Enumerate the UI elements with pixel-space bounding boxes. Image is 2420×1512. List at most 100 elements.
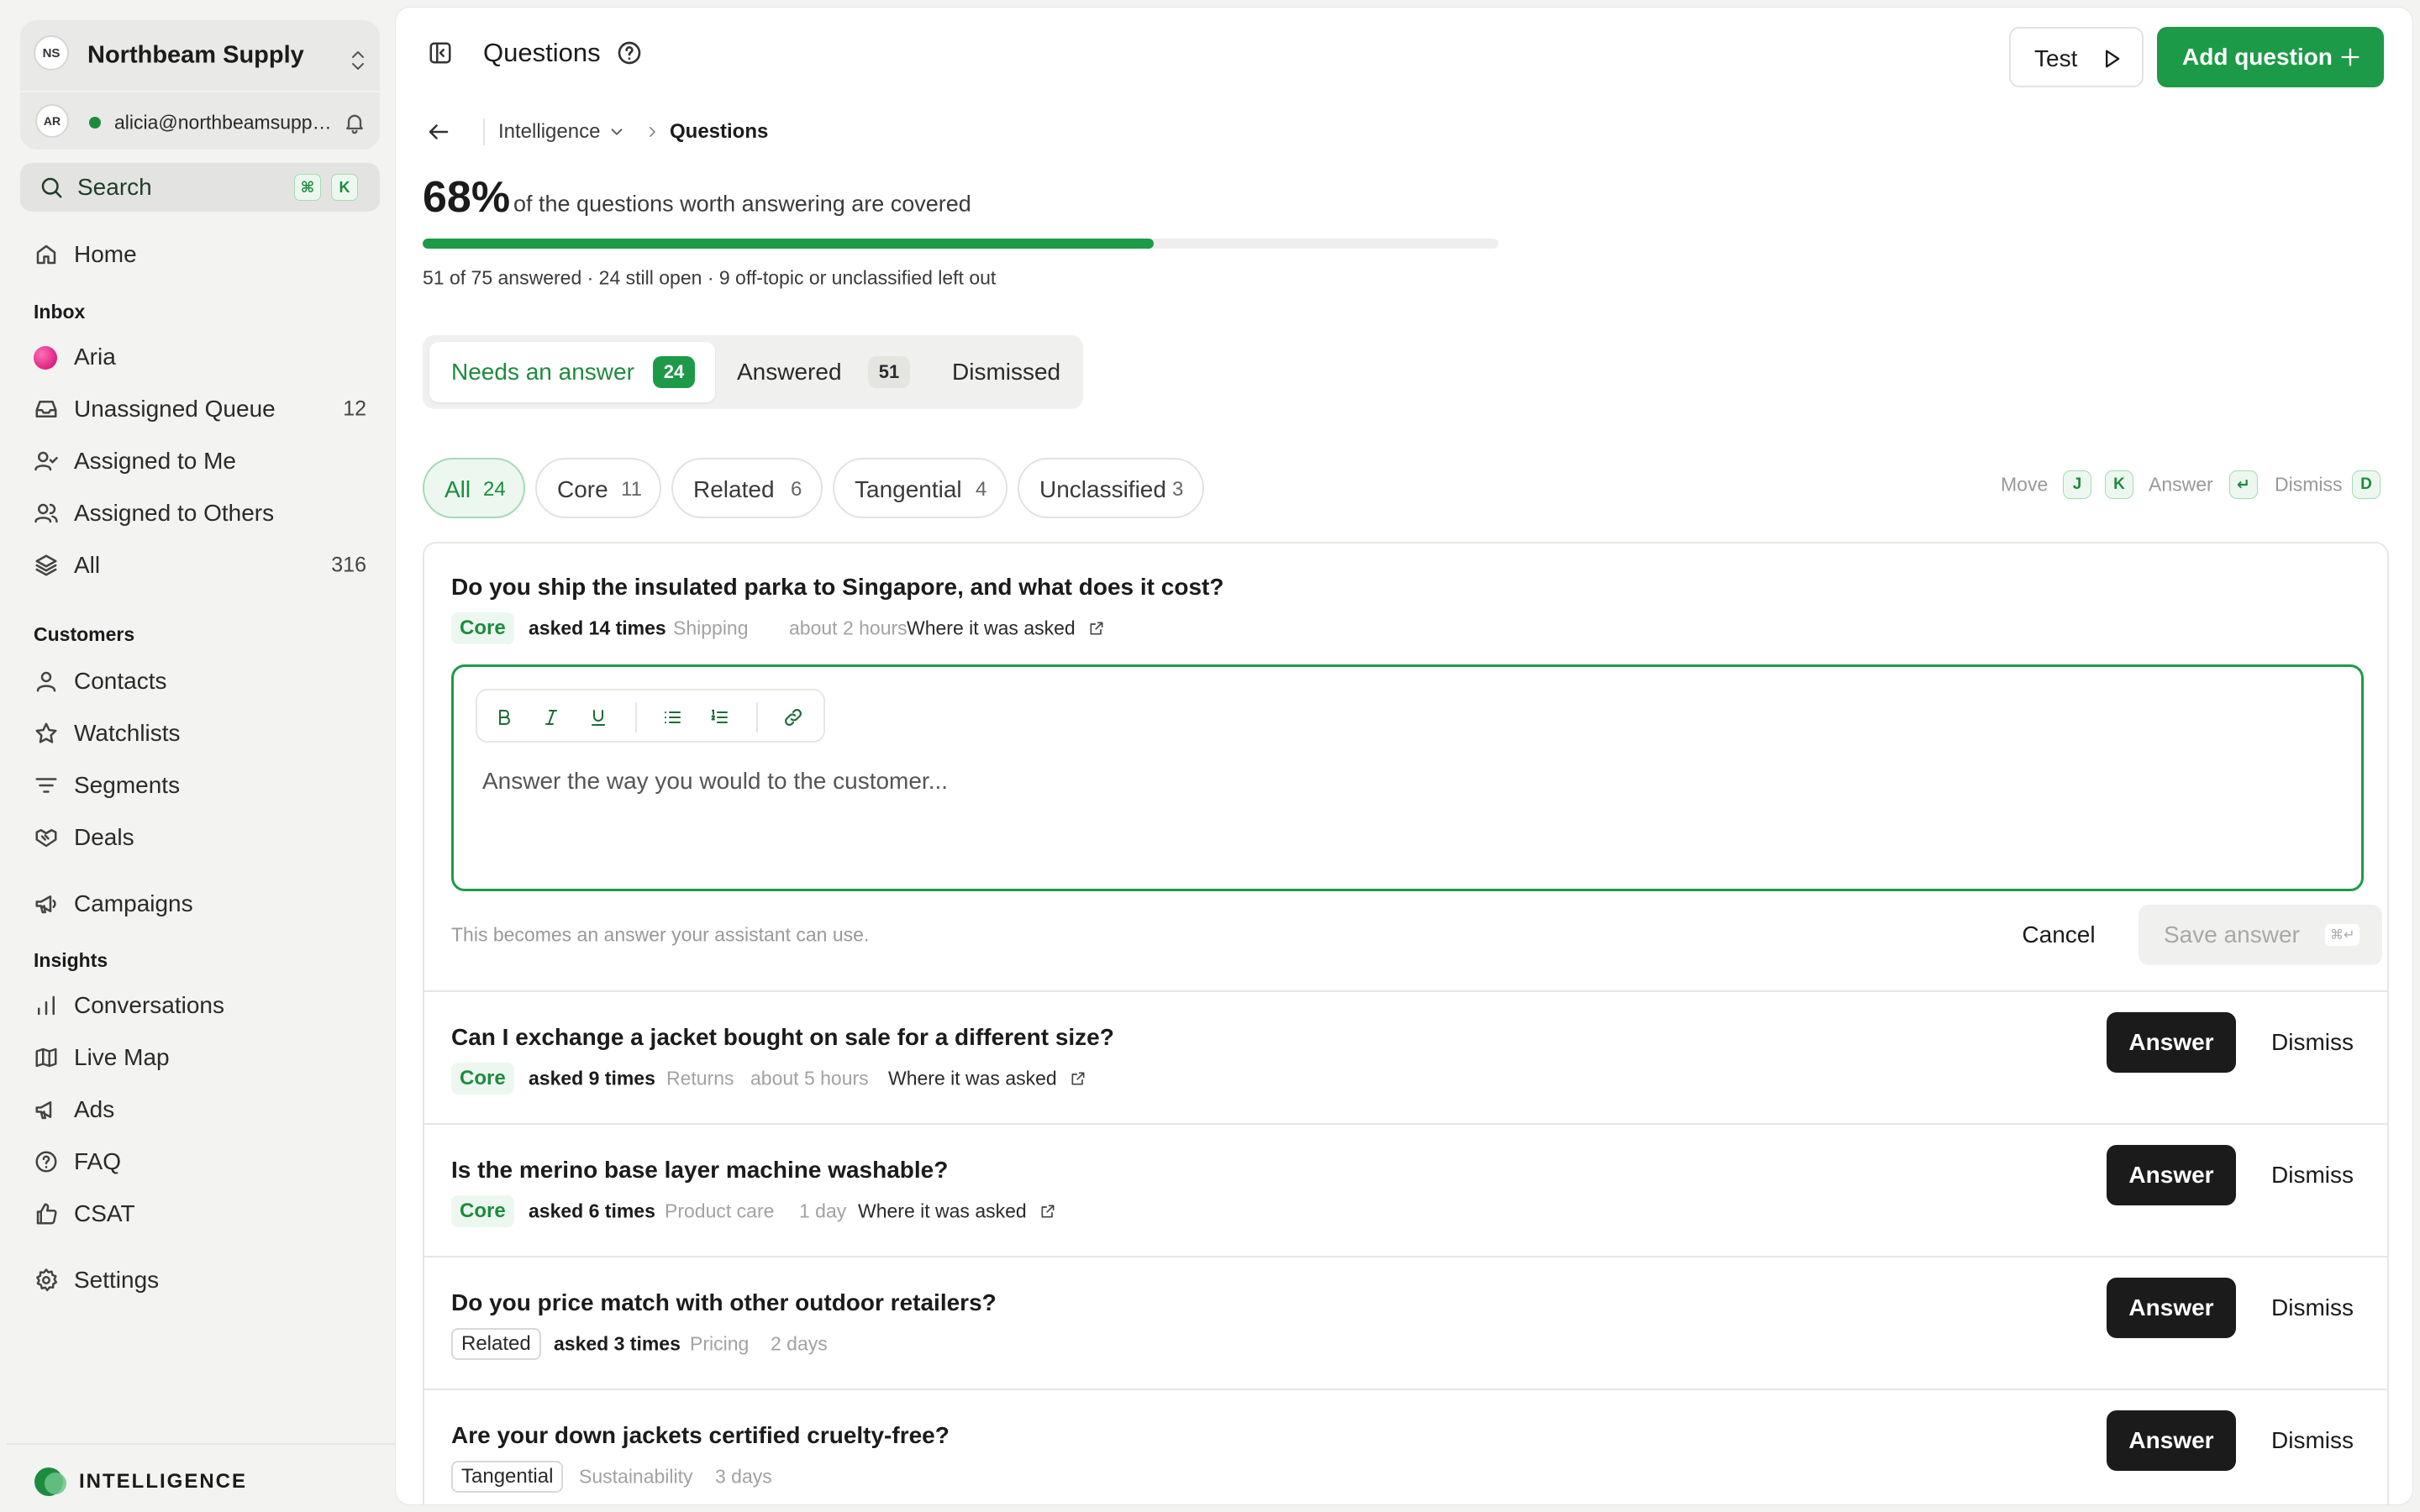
nav-ads[interactable]: Ads: [20, 1087, 380, 1132]
filter-chip-core[interactable]: Core 11: [535, 458, 661, 518]
nav-conversations[interactable]: Conversations: [20, 983, 380, 1028]
chip-count: 6: [791, 478, 802, 501]
question-row[interactable]: Are your down jackets certified cruelty-…: [424, 1389, 2387, 1504]
megaphone-icon: [34, 1097, 59, 1122]
coverage-stats: 51 of 75 answered · 24 still open · 9 of…: [423, 266, 997, 289]
add-question-button[interactable]: Add question: [2157, 27, 2384, 87]
question-row-expanded: Do you ship the insulated parka to Singa…: [424, 543, 2387, 990]
question-row[interactable]: Do you price match with other outdoor re…: [424, 1256, 2387, 1389]
tab-label: Answered: [737, 359, 842, 385]
user-row[interactable]: AR alicia@northbeamsupply.com: [20, 94, 380, 150]
bell-icon[interactable]: [343, 111, 366, 134]
dismiss-button[interactable]: Dismiss: [2249, 1410, 2375, 1471]
nav-live-map[interactable]: Live Map: [20, 1035, 380, 1080]
where-asked-link[interactable]: Where it was asked: [907, 617, 1076, 640]
age-label: about 2 hours: [789, 617, 908, 639]
nav-inbox-unassigned-queue[interactable]: Unassigned Queue 12: [20, 386, 380, 432]
search-button[interactable]: Search ⌘ K: [20, 163, 380, 212]
user-check-icon: [34, 449, 59, 474]
tab-dismissed[interactable]: Dismissed: [930, 342, 1078, 402]
brand-label: INTELLIGENCE: [79, 1470, 248, 1493]
help-circle-icon[interactable]: [616, 39, 643, 66]
main-panel: Questions Test Add question Intelligence…: [395, 7, 2413, 1505]
nav-label: Watchlists: [74, 720, 181, 746]
filter-chip-all[interactable]: All 24: [423, 458, 525, 518]
where-asked-link[interactable]: Where it was asked: [858, 1200, 1027, 1223]
nav-deals[interactable]: Deals: [20, 815, 380, 860]
shortcut-key-cmd: ⌘: [294, 174, 321, 201]
nav-label: All: [74, 552, 101, 578]
italic-icon[interactable]: [541, 707, 561, 727]
answer-label: Answer: [2128, 1427, 2214, 1453]
topic-label: Sustainability: [579, 1465, 693, 1488]
chevron-down-icon[interactable]: [608, 123, 626, 141]
back-arrow-icon[interactable]: [426, 119, 451, 144]
external-link-icon[interactable]: [1039, 1203, 1056, 1220]
nav-watchlists[interactable]: Watchlists: [20, 711, 380, 756]
answer-button[interactable]: Answer: [2107, 1410, 2236, 1471]
external-link-icon[interactable]: [1070, 1070, 1086, 1087]
map-icon: [34, 1045, 59, 1070]
underline-icon[interactable]: [588, 707, 608, 727]
nav-home[interactable]: Home: [20, 232, 380, 277]
numbered-list-icon[interactable]: [708, 707, 730, 727]
bullet-list-icon[interactable]: [661, 707, 683, 727]
workspace-card: NS Northbeam Supply AR alicia@northbeams…: [20, 20, 380, 150]
tab-needs-an-answer[interactable]: Needs an answer 24: [429, 342, 715, 402]
sidebar-toggle-icon[interactable]: [428, 40, 453, 66]
filter-chip-tangential[interactable]: Tangential 4: [833, 458, 1007, 518]
nav-inbox-all[interactable]: All 316: [20, 543, 380, 588]
dismiss-button[interactable]: Dismiss: [2249, 1012, 2375, 1073]
answer-button[interactable]: Answer: [2107, 1278, 2236, 1338]
nav-settings[interactable]: Settings: [20, 1257, 380, 1303]
nav-campaigns[interactable]: Campaigns: [20, 881, 380, 927]
breadcrumb-parent[interactable]: Intelligence: [498, 120, 600, 144]
toolbar-divider: [756, 702, 758, 732]
dismiss-button[interactable]: Dismiss: [2249, 1278, 2375, 1338]
nav-segments[interactable]: Segments: [20, 763, 380, 808]
answer-button[interactable]: Answer: [2107, 1012, 2236, 1073]
external-link-icon[interactable]: [1088, 620, 1105, 637]
topic-label: Shipping: [673, 617, 749, 639]
age-label: 1 day: [799, 1200, 847, 1222]
category-tag: Related: [451, 1328, 541, 1360]
test-button[interactable]: Test: [2009, 27, 2144, 87]
nav-inbox-assigned-to-others[interactable]: Assigned to Others: [20, 491, 380, 536]
answer-editor[interactable]: Answer the way you would to the customer…: [451, 664, 2364, 891]
where-asked-link[interactable]: Where it was asked: [888, 1068, 1057, 1090]
question-row[interactable]: Can I exchange a jacket bought on sale f…: [424, 990, 2387, 1123]
tab-answered[interactable]: Answered 51: [715, 342, 930, 402]
nav-label: Campaigns: [74, 890, 193, 916]
dismiss-button[interactable]: Dismiss: [2249, 1145, 2375, 1205]
bold-icon[interactable]: [494, 707, 514, 727]
question-row[interactable]: Is the merino base layer machine washabl…: [424, 1123, 2387, 1256]
link-icon[interactable]: [782, 706, 804, 728]
nav-inbox-assigned-to-me[interactable]: Assigned to Me: [20, 438, 380, 484]
answer-label: Answer: [2128, 1029, 2214, 1055]
hint-move-label: Move: [2001, 473, 2049, 496]
cancel-button[interactable]: Cancel: [1996, 908, 2122, 962]
answer-button[interactable]: Answer: [2107, 1145, 2236, 1205]
topic-label: Product care: [665, 1200, 775, 1222]
handshake-icon: [34, 825, 59, 850]
workspace-switcher[interactable]: NS Northbeam Supply: [20, 20, 380, 86]
filter-chip-unclassified[interactable]: Unclassified 3: [1018, 458, 1204, 518]
save-answer-label: Save answer: [2164, 921, 2300, 948]
save-answer-button[interactable]: Save answer ⌘↵: [2139, 905, 2382, 965]
hint-key-d: D: [2352, 470, 2381, 499]
question-title: Do you price match with other outdoor re…: [451, 1289, 997, 1315]
chip-label: All: [445, 476, 471, 502]
chevron-updown-icon[interactable]: [347, 46, 369, 75]
coverage-percent: 68%: [423, 173, 511, 222]
nav-inbox-aria[interactable]: Aria: [20, 334, 380, 380]
nav-faq[interactable]: FAQ: [20, 1139, 380, 1184]
filter-chip-related[interactable]: Related 6: [671, 458, 823, 518]
answer-label: Answer: [2128, 1162, 2214, 1188]
dismiss-label: Dismiss: [2271, 1294, 2354, 1320]
coverage-text: of the questions worth answering are cov…: [513, 191, 971, 217]
nav-label: FAQ: [74, 1148, 122, 1174]
star-icon: [34, 721, 59, 746]
nav-csat[interactable]: CSAT: [20, 1191, 380, 1236]
nav-contacts[interactable]: Contacts: [20, 659, 380, 704]
home-icon: [34, 242, 59, 267]
